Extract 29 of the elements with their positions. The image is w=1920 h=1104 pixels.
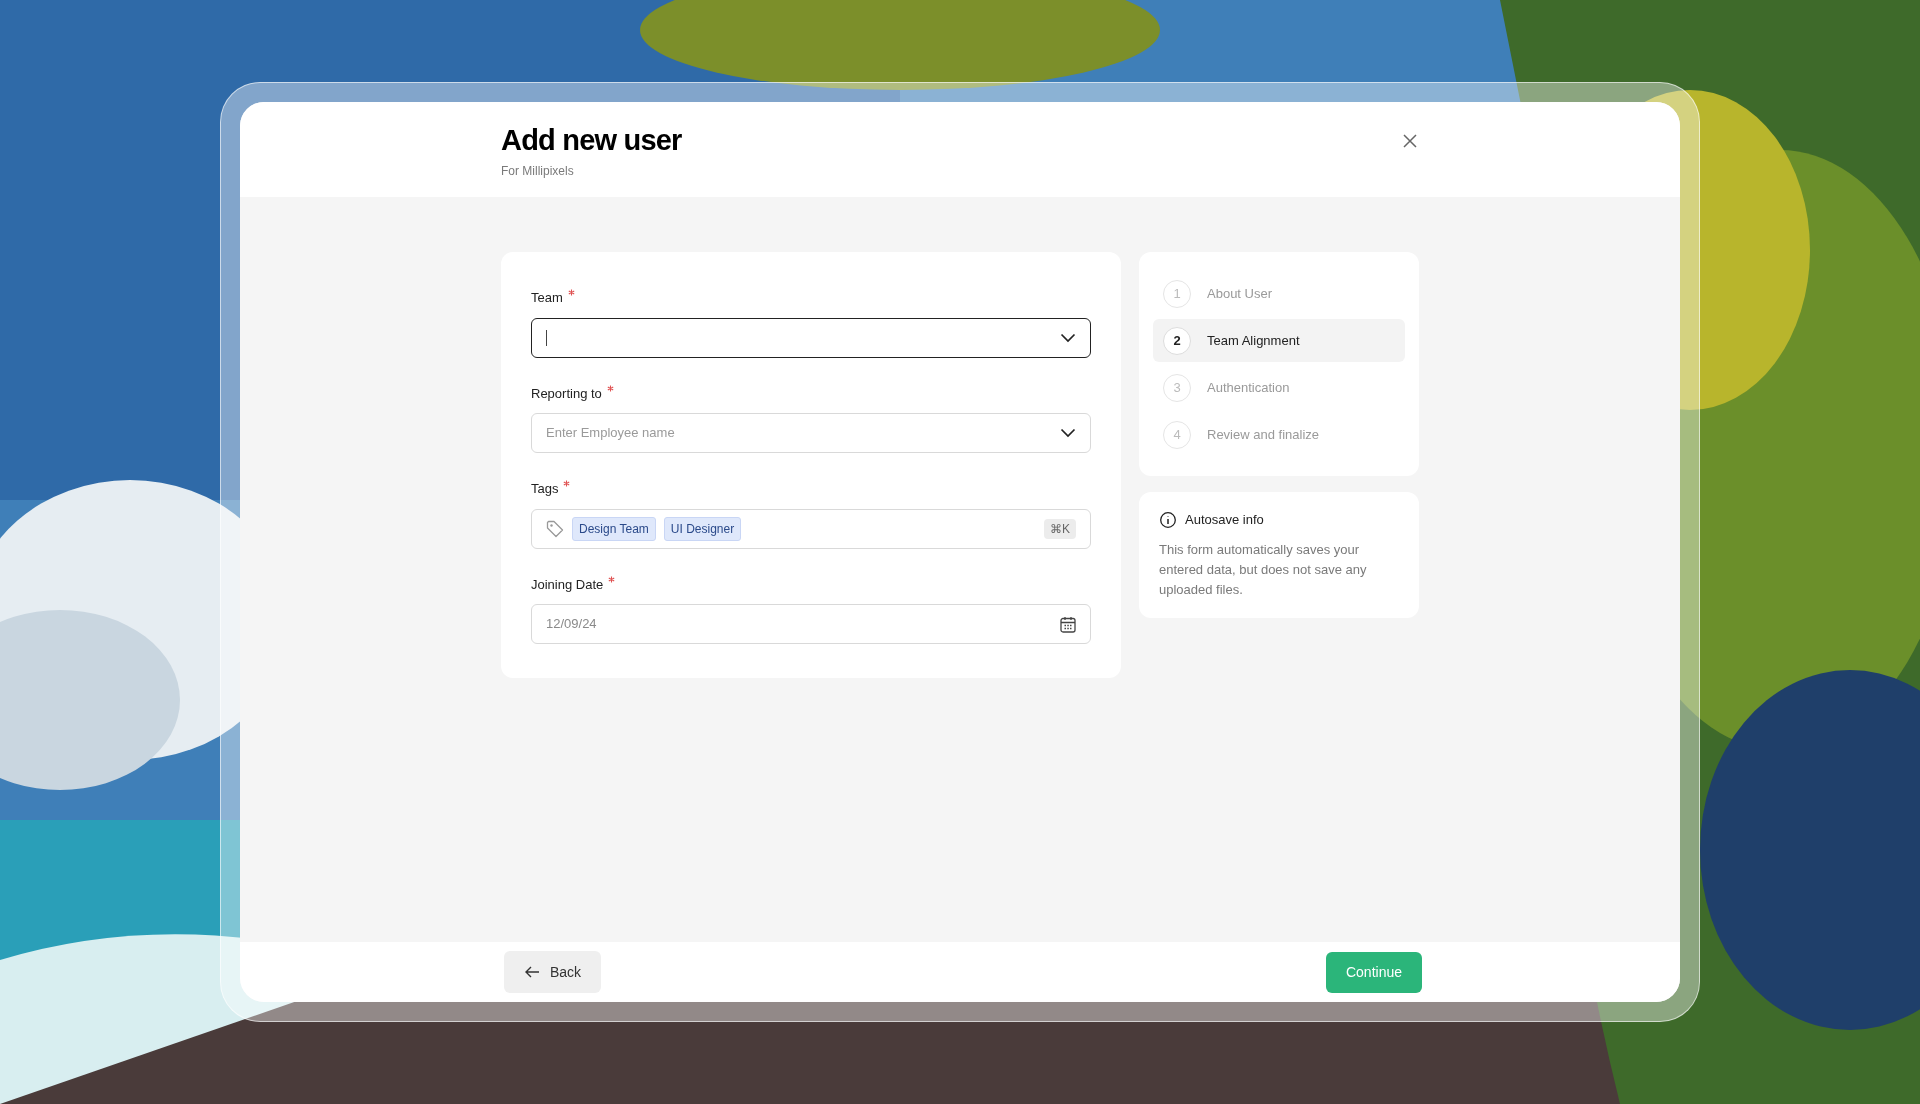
tag-chip[interactable]: UI Designer: [663, 516, 742, 541]
chevron-down-icon: [1060, 428, 1076, 438]
info-title: Autosave info: [1185, 511, 1264, 529]
close-icon[interactable]: [1401, 132, 1419, 150]
step-number: 2: [1163, 326, 1191, 355]
date-field[interactable]: 12/09/24: [531, 604, 1091, 644]
info-text: This form automatically saves your entered data, but does not save any uploaded files.: [1159, 540, 1368, 599]
arrow-left-icon: [524, 965, 540, 979]
select-field[interactable]: [531, 317, 1091, 358]
info-icon: [1159, 510, 1177, 529]
tags-field[interactable]: Design Team UI Designer ⌘K: [531, 508, 1091, 549]
step-item[interactable]: 1 About User: [1153, 272, 1405, 315]
dialog-subtitle: For Millipixels: [501, 163, 575, 180]
step-item[interactable]: 3 Authentication: [1153, 366, 1405, 409]
chevron-down-icon: [1060, 332, 1076, 343]
back-button[interactable]: Back: [504, 951, 602, 993]
tag-icon: [546, 519, 564, 538]
calendar-icon[interactable]: [1060, 615, 1076, 633]
step-item[interactable]: 4 Review and finalize: [1153, 413, 1405, 456]
shortcut-key: ⌘K: [1044, 518, 1076, 539]
field-label: Reporting to: [531, 384, 602, 403]
step-item[interactable]: 2 Team Alignment: [1153, 319, 1405, 362]
field-label: Tags: [531, 480, 559, 498]
select-field[interactable]: Enter Employee name: [531, 413, 1091, 453]
continue-button[interactable]: Continue: [1325, 951, 1422, 993]
tag-chip[interactable]: Design Team: [572, 516, 656, 541]
field-label: Joining Date: [531, 575, 604, 594]
dialog-title: Add new user: [501, 123, 682, 158]
field-label: Team: [531, 289, 563, 307]
